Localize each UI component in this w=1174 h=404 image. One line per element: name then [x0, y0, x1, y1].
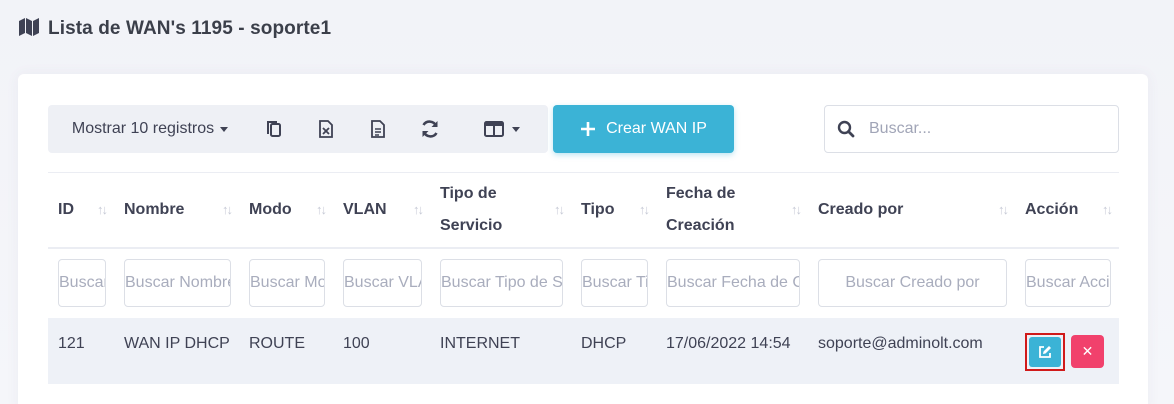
- edit-button-face: [1029, 336, 1061, 367]
- document-icon: [371, 120, 385, 138]
- cell-accion: ✕: [1015, 317, 1119, 384]
- cell-nombre: WAN IP DHCP: [114, 317, 239, 384]
- column-header-tipo[interactable]: Tipo ↑↓: [571, 172, 656, 249]
- excel-button[interactable]: [300, 105, 352, 153]
- cell-modo: ROUTE: [239, 317, 333, 384]
- sort-icon: ↑↓: [413, 201, 424, 217]
- filter-input-nombre[interactable]: [124, 259, 231, 307]
- plus-icon: [581, 122, 596, 136]
- filter-input-tipo[interactable]: [581, 259, 648, 307]
- sort-icon: ↑↓: [639, 201, 650, 217]
- show-entries-label: Mostrar 10 registros: [71, 120, 215, 137]
- cell-tipo: DHCP: [571, 317, 656, 384]
- filter-input-modo[interactable]: [249, 259, 325, 307]
- table-header-row: ID ↑↓ Nombre ↑↓ Modo ↑↓ VLAN ↑↓ Tipo de Serv…: [48, 172, 1119, 249]
- filter-input-accion[interactable]: [1025, 259, 1111, 307]
- delete-button[interactable]: ✕: [1071, 334, 1104, 368]
- cell-tipo-servicio: INTERNET: [430, 317, 571, 384]
- column-header-fecha[interactable]: Fecha de Creación ↑↓: [656, 172, 808, 249]
- sort-icon: ↑↓: [97, 201, 108, 217]
- cell-creado-por: soporte@adminolt.com: [808, 317, 1015, 384]
- column-visibility-dropdown[interactable]: [456, 105, 548, 153]
- refresh-icon: [422, 120, 438, 138]
- filter-row: [48, 248, 1119, 318]
- sort-icon: ↑↓: [791, 201, 802, 217]
- sort-icon: ↑↓: [998, 201, 1009, 217]
- table-toolbar: Mostrar 10 registros: [48, 105, 548, 153]
- sort-icon: ↑↓: [316, 201, 327, 217]
- table-row: 121 WAN IP DHCP ROUTE 100 INTERNET DHCP …: [48, 317, 1119, 384]
- cell-fecha: 17/06/2022 14:54: [656, 317, 808, 384]
- row-actions: ✕: [1025, 331, 1111, 371]
- column-header-creado-por[interactable]: Creado por ↑↓: [808, 172, 1015, 249]
- edit-icon: [1039, 345, 1051, 358]
- column-header-accion[interactable]: Acción ↑↓: [1015, 172, 1119, 249]
- sort-icon: ↑↓: [554, 201, 565, 217]
- copy-icon: [267, 121, 281, 137]
- sort-icon: ↑↓: [1102, 201, 1113, 217]
- column-header-id[interactable]: ID ↑↓: [48, 172, 114, 249]
- excel-icon: [319, 120, 333, 138]
- cell-vlan: 100: [333, 317, 430, 384]
- close-icon: ✕: [1081, 343, 1094, 359]
- copy-button[interactable]: [248, 105, 300, 153]
- filter-input-fecha[interactable]: [666, 259, 800, 307]
- caret-down-icon: [220, 126, 229, 132]
- column-header-tipo-servicio[interactable]: Tipo de Servicio ↑↓: [430, 172, 571, 249]
- create-wan-ip-button[interactable]: Crear WAN IP: [553, 105, 734, 153]
- filter-input-vlan[interactable]: [343, 259, 422, 307]
- filter-input-tipo-servicio[interactable]: [440, 259, 563, 307]
- refresh-button[interactable]: [404, 105, 456, 153]
- wan-table: ID ↑↓ Nombre ↑↓ Modo ↑↓ VLAN ↑↓ Tipo de Serv…: [48, 172, 1119, 384]
- create-wan-ip-label: Crear WAN IP: [606, 120, 707, 137]
- column-header-vlan[interactable]: VLAN ↑↓: [333, 172, 430, 249]
- map-icon: [18, 17, 40, 42]
- page-title: Lista de WAN's 1195 - soporte1: [48, 18, 332, 39]
- content-card: Mostrar 10 registros Crear WAN IP Buscar…: [18, 74, 1148, 404]
- page-header: Lista de WAN's 1195 - soporte1: [18, 16, 331, 42]
- filter-input-id[interactable]: [58, 259, 106, 307]
- column-header-modo[interactable]: Modo ↑↓: [239, 172, 333, 249]
- search-input[interactable]: [869, 120, 1089, 138]
- cell-id: 121: [48, 317, 114, 384]
- sort-icon: ↑↓: [222, 201, 233, 217]
- filter-input-creado-por[interactable]: [818, 259, 1007, 307]
- edit-button[interactable]: [1025, 332, 1065, 371]
- caret-down-icon: [512, 126, 520, 132]
- column-header-nombre[interactable]: Nombre ↑↓: [114, 172, 239, 249]
- search-icon: [837, 120, 855, 138]
- global-search: [824, 105, 1119, 153]
- show-entries-dropdown[interactable]: Mostrar 10 registros: [48, 105, 248, 153]
- columns-icon: [484, 121, 504, 137]
- pdf-button[interactable]: [352, 105, 404, 153]
